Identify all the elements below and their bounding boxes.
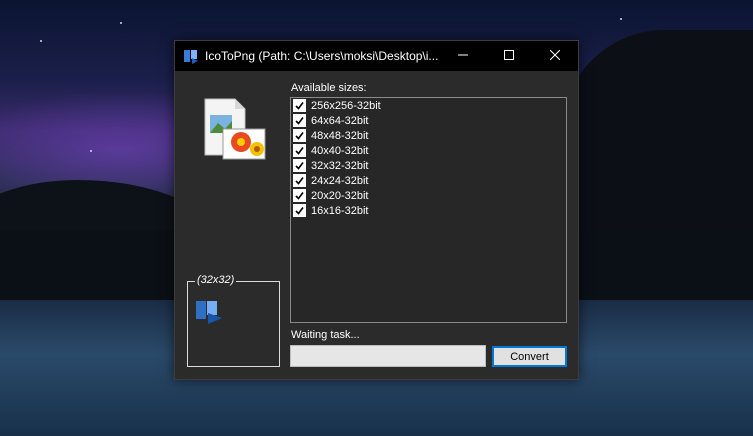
size-item-label: 32x32-32bit <box>311 159 369 172</box>
size-item[interactable]: 48x48-32bit <box>293 128 369 143</box>
window-client-area: (32x32) Available sizes: 256x256-32bit 6… <box>175 71 578 379</box>
size-item[interactable]: 24x24-32bit <box>293 173 369 188</box>
image-file-icon <box>201 97 269 163</box>
progress-bar <box>290 345 486 367</box>
title-bar[interactable]: IcoToPng (Path: C:\Users\moksi\Desktop\i… <box>175 41 578 71</box>
sizes-checklist[interactable]: 256x256-32bit 64x64-32bit 48x48-32bit 40… <box>290 97 567 323</box>
checkbox-checked-icon[interactable] <box>293 99 306 112</box>
size-item-label: 256x256-32bit <box>311 99 381 112</box>
available-sizes-label: Available sizes: <box>291 82 367 94</box>
minimize-button[interactable] <box>440 41 486 71</box>
size-item[interactable]: 32x32-32bit <box>293 158 369 173</box>
maximize-icon <box>504 49 514 63</box>
app-icon <box>183 48 199 64</box>
checkbox-checked-icon[interactable] <box>293 189 306 202</box>
window-title: IcoToPng (Path: C:\Users\moksi\Desktop\i… <box>205 49 439 63</box>
icotopng-window: IcoToPng (Path: C:\Users\moksi\Desktop\i… <box>174 40 579 380</box>
size-item[interactable]: 16x16-32bit <box>293 203 369 218</box>
checkbox-checked-icon[interactable] <box>293 129 306 142</box>
close-button[interactable] <box>532 41 578 71</box>
size-item[interactable]: 256x256-32bit <box>293 98 381 113</box>
minimize-icon <box>458 49 468 63</box>
size-item-label: 20x20-32bit <box>311 189 369 202</box>
checkbox-checked-icon[interactable] <box>293 159 306 172</box>
checkbox-checked-icon[interactable] <box>293 144 306 157</box>
size-item-label: 16x16-32bit <box>311 204 369 217</box>
size-item[interactable]: 64x64-32bit <box>293 113 369 128</box>
checkbox-checked-icon[interactable] <box>293 204 306 217</box>
size-item-label: 48x48-32bit <box>311 129 369 142</box>
size-item[interactable]: 20x20-32bit <box>293 188 369 203</box>
size-item[interactable]: 40x40-32bit <box>293 143 369 158</box>
maximize-button[interactable] <box>486 41 532 71</box>
size-item-label: 24x24-32bit <box>311 174 369 187</box>
preview-size-label: (32x32) <box>195 274 237 286</box>
checkbox-checked-icon[interactable] <box>293 174 306 187</box>
close-icon <box>549 49 561 63</box>
preview-group: (32x32) <box>187 274 280 367</box>
status-text: Waiting task... <box>291 329 360 341</box>
size-item-label: 64x64-32bit <box>311 114 369 127</box>
checkbox-checked-icon[interactable] <box>293 114 306 127</box>
convert-button[interactable]: Convert <box>492 346 567 367</box>
preview-app-icon <box>195 299 223 325</box>
size-item-label: 40x40-32bit <box>311 144 369 157</box>
